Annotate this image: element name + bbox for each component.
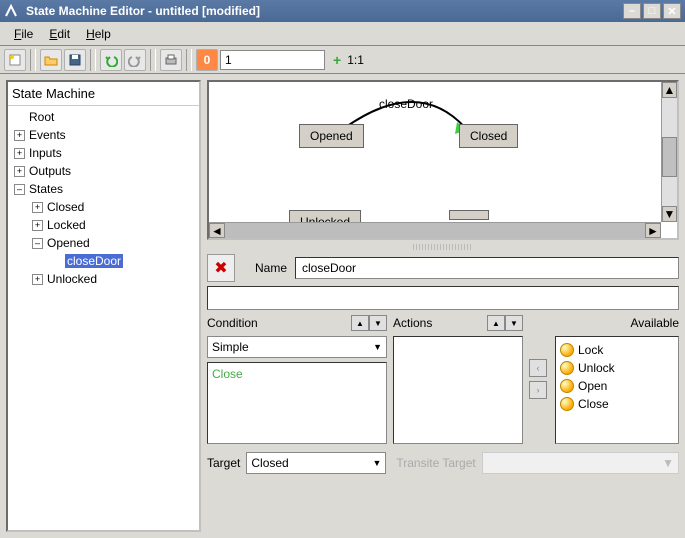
zoom-ratio-label: 1:1	[347, 53, 364, 67]
available-item-lock[interactable]: Lock	[560, 341, 674, 359]
actions-list[interactable]	[393, 336, 523, 444]
action-icon	[560, 343, 574, 357]
maximize-button[interactable]: □	[643, 3, 661, 19]
move-right-button[interactable]: ›	[529, 381, 547, 399]
delete-button[interactable]: ✖	[207, 254, 235, 282]
name-input[interactable]	[295, 257, 679, 279]
toolbar: 0 + 1:1	[0, 46, 685, 74]
available-item-open[interactable]: Open	[560, 377, 674, 395]
minimize-button[interactable]: –	[623, 3, 641, 19]
target-combo[interactable]: Closed ▼	[246, 452, 386, 474]
target-label: Target	[207, 456, 240, 470]
app-icon	[4, 3, 20, 19]
scroll-down-icon[interactable]: ▼	[662, 206, 677, 222]
tree-item-events[interactable]: +Events	[10, 126, 197, 144]
window-title: State Machine Editor - untitled [modifie…	[26, 4, 260, 18]
new-button[interactable]	[4, 49, 26, 71]
scroll-track[interactable]	[225, 223, 645, 238]
horizontal-scrollbar[interactable]: ◄ ►	[209, 222, 661, 238]
scroll-right-icon[interactable]: ►	[645, 223, 661, 238]
tree-item-unlocked[interactable]: +Unlocked	[10, 270, 197, 288]
tree: Root +Events +Inputs +Outputs –States +C…	[8, 106, 199, 290]
available-item-unlock[interactable]: Unlock	[560, 359, 674, 377]
available-list[interactable]: Lock Unlock Open Close	[555, 336, 679, 444]
menubar: File Edit Help	[0, 22, 685, 46]
state-closed[interactable]: Closed	[459, 124, 518, 148]
tree-item-states[interactable]: –States	[10, 180, 197, 198]
titlebar: State Machine Editor - untitled [modifie…	[0, 0, 685, 22]
trans-target-label: Transite Target	[396, 456, 475, 470]
close-button[interactable]: ✕	[663, 3, 681, 19]
chevron-down-icon: ▼	[373, 342, 382, 352]
condition-label: Condition	[207, 316, 258, 330]
canvas[interactable]: Opened Closed closeDoor Unlocked ▲ ▼ ◄ ►	[207, 80, 679, 240]
trans-target-combo: ▼	[482, 452, 679, 474]
description-input[interactable]	[207, 286, 679, 310]
scroll-left-icon[interactable]: ◄	[209, 223, 225, 238]
origin-button[interactable]: 0	[196, 49, 218, 71]
condition-type-combo[interactable]: Simple ▼	[207, 336, 387, 358]
actions-down-button[interactable]: ▼	[505, 315, 523, 331]
zoom-input[interactable]	[220, 50, 325, 70]
undo-button[interactable]	[100, 49, 122, 71]
scroll-up-icon[interactable]: ▲	[662, 82, 677, 98]
action-icon	[560, 397, 574, 411]
tree-header: State Machine	[8, 82, 199, 106]
action-icon	[560, 379, 574, 393]
tree-item-locked[interactable]: +Locked	[10, 216, 197, 234]
vertical-scrollbar[interactable]: ▲ ▼	[661, 82, 677, 222]
available-label: Available	[631, 316, 679, 330]
tree-panel: State Machine Root +Events +Inputs +Outp…	[6, 80, 201, 532]
name-label: Name	[243, 261, 287, 275]
state-opened[interactable]: Opened	[299, 124, 364, 148]
save-button[interactable]	[64, 49, 86, 71]
tree-item-root[interactable]: Root	[10, 108, 197, 126]
actions-label: Actions	[393, 316, 432, 330]
actions-up-button[interactable]: ▲	[487, 315, 505, 331]
transition-label[interactable]: closeDoor	[379, 97, 433, 111]
condition-up-button[interactable]: ▲	[351, 315, 369, 331]
splitter-grip[interactable]	[413, 244, 473, 250]
tree-item-inputs[interactable]: +Inputs	[10, 144, 197, 162]
condition-item[interactable]: Close	[212, 367, 382, 381]
state-partial[interactable]	[449, 210, 489, 220]
menu-edit[interactable]: Edit	[41, 25, 78, 43]
chevron-down-icon: ▼	[372, 458, 381, 468]
condition-down-button[interactable]: ▼	[369, 315, 387, 331]
plus-icon[interactable]: +	[333, 52, 341, 68]
redo-button[interactable]	[124, 49, 146, 71]
move-left-button[interactable]: ‹	[529, 359, 547, 377]
menu-file[interactable]: File	[6, 25, 41, 43]
condition-type-value: Simple	[212, 340, 249, 354]
tree-item-closedoor[interactable]: closeDoor	[10, 252, 197, 270]
menu-help[interactable]: Help	[78, 25, 119, 43]
open-button[interactable]	[40, 49, 62, 71]
target-value: Closed	[251, 456, 288, 470]
print-button[interactable]	[160, 49, 182, 71]
tree-item-outputs[interactable]: +Outputs	[10, 162, 197, 180]
scroll-thumb[interactable]	[662, 137, 677, 177]
condition-list[interactable]: Close	[207, 362, 387, 444]
tree-item-closed[interactable]: +Closed	[10, 198, 197, 216]
action-icon	[560, 361, 574, 375]
available-item-close[interactable]: Close	[560, 395, 674, 413]
tree-item-opened[interactable]: –Opened	[10, 234, 197, 252]
chevron-down-icon: ▼	[662, 456, 674, 470]
